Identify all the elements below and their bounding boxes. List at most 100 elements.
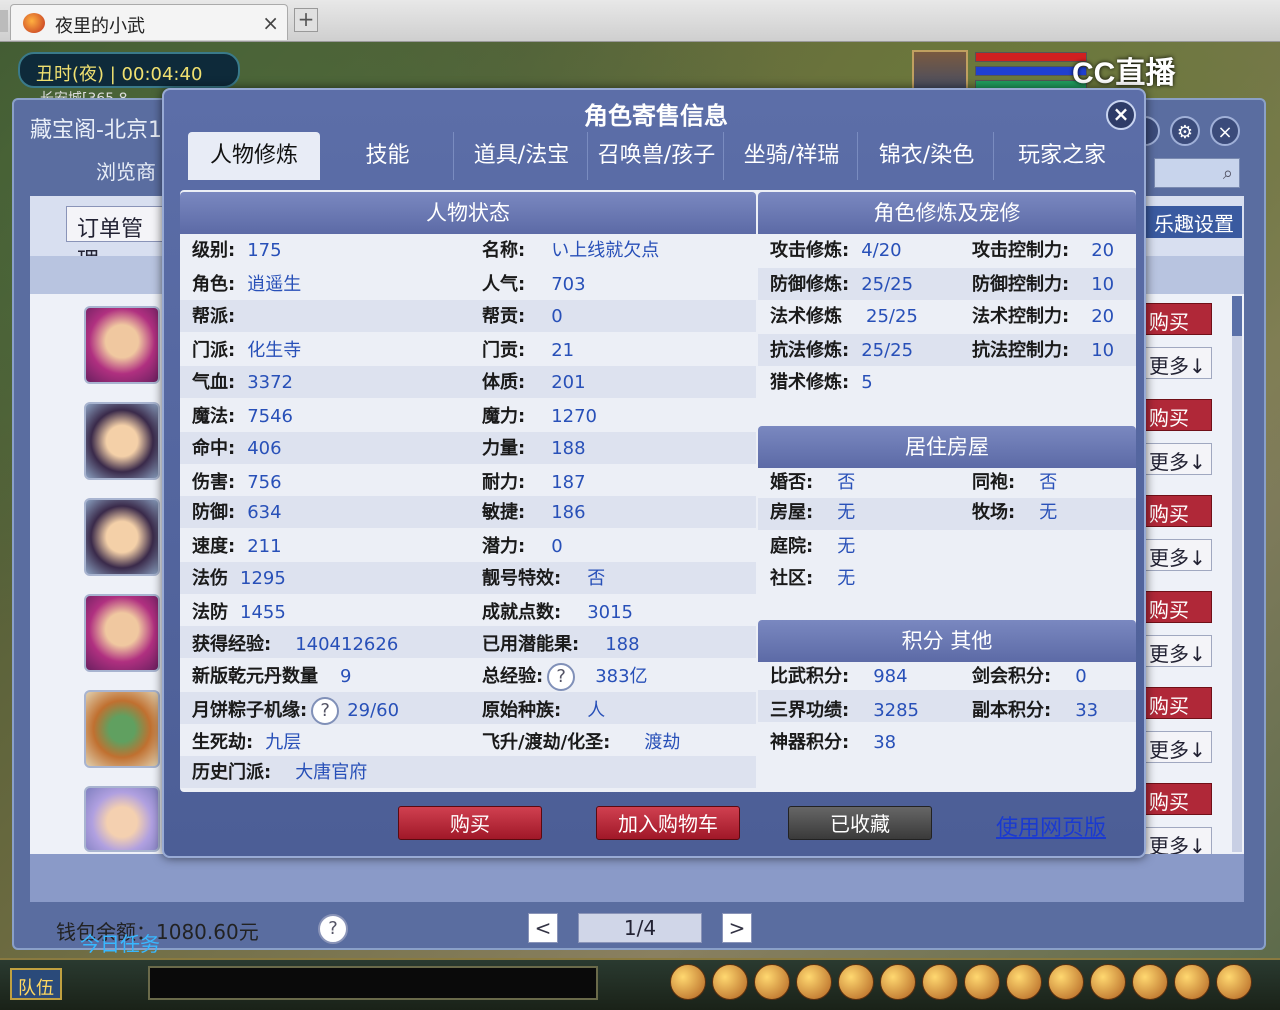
browse-tab[interactable]: 浏览商 (96, 156, 156, 185)
bell-icon[interactable] (1006, 964, 1042, 1000)
role-avatar[interactable] (84, 690, 160, 768)
hp-bar (975, 52, 1087, 62)
role-avatar[interactable] (84, 498, 160, 576)
house-ranch: 牧场: 无 (972, 502, 1058, 523)
house-courtyard: 庭院: 无 (770, 536, 856, 557)
stat-ascension: 飞升/渡劫/化圣: 渡劫 (482, 732, 681, 753)
prev-page-button[interactable]: < (528, 913, 558, 943)
stat-level: 级别: 175 (192, 240, 282, 261)
stat-history-school: 历史门派: 大唐官府 (192, 762, 368, 783)
window-controls: i⚙× (1130, 116, 1250, 146)
gear-icon[interactable]: ⚙ (1170, 116, 1200, 146)
sword-icon[interactable] (670, 964, 706, 1000)
scroll-thumb[interactable] (1232, 296, 1242, 336)
row-buy-button[interactable]: 购买 (1144, 399, 1212, 431)
tab-player-home[interactable]: 玩家之家 (996, 132, 1128, 180)
stat-agility: 敏捷: 186 (482, 502, 586, 523)
search-icon[interactable]: ⌕ (1223, 163, 1233, 184)
flag-icon[interactable] (964, 964, 1000, 1000)
cult-resist: 抗法修炼: 25/25 (770, 340, 914, 361)
role-avatar[interactable] (84, 594, 160, 672)
browser-tabbar: 夜里的小武 × + (0, 0, 1280, 42)
row-more-button[interactable]: 更多↓ (1144, 443, 1212, 475)
section-cultivation-header: 角色修炼及宠修 (758, 192, 1136, 234)
row-more-button[interactable]: 更多↓ (1144, 731, 1212, 763)
stat-guild-contribution: 帮贡: 0 (482, 306, 563, 327)
chat-input[interactable] (148, 966, 598, 1000)
tab-pets[interactable]: 召唤兽/孩子 (590, 132, 724, 180)
chest-icon[interactable] (712, 964, 748, 1000)
row-buy-button[interactable]: 购买 (1144, 783, 1212, 815)
stat-school-contribution: 门贡: 21 (482, 340, 575, 361)
stat-achievement: 成就点数: 3015 (482, 602, 634, 623)
role-avatar[interactable] (84, 402, 160, 480)
browser-tab[interactable]: 夜里的小武 × (10, 4, 288, 40)
next-page-button[interactable]: > (722, 913, 752, 943)
buy-button[interactable]: 购买 (398, 806, 542, 840)
house-married: 婚否: 否 (770, 472, 856, 493)
tab-skills[interactable]: 技能 (322, 132, 454, 180)
list-footer (30, 854, 1244, 902)
row-buy-button[interactable]: 购买 (1144, 495, 1212, 527)
dialog-tabs: 人物修炼 技能 道具/法宝 召唤兽/孩子 坐骑/祥瑞 锦衣/染色 玩家之家 (188, 132, 1128, 180)
gift-icon[interactable] (1132, 964, 1168, 1000)
role-avatar[interactable] (84, 306, 160, 384)
section-points-header: 积分 其他 (758, 620, 1136, 662)
cult-hunting: 猎术修炼: 5 (770, 372, 873, 393)
stat-qianyuan: 新版乾元丹数量 9 (192, 666, 352, 687)
points-pvp: 比武积分: 984 (770, 666, 908, 687)
help-icon[interactable]: ? (547, 663, 576, 691)
role-avatar[interactable] (84, 786, 160, 852)
house-house: 房屋: 无 (770, 502, 856, 523)
settings-icon[interactable] (1216, 964, 1252, 1000)
cult-attack: 攻击修炼: 4/20 (770, 240, 902, 261)
close-icon[interactable]: × (1106, 100, 1136, 130)
tab-items[interactable]: 道具/法宝 (456, 132, 588, 180)
fun-settings-button[interactable]: 乐趣设置 (1146, 206, 1242, 238)
ctrl-defense: 防御控制力: 10 (972, 274, 1115, 295)
row-more-button[interactable]: 更多↓ (1144, 539, 1212, 571)
points-dungeon: 副本积分: 33 (972, 700, 1099, 721)
stat-exp-gained: 获得经验: 140412626 (192, 634, 399, 655)
row-buy-button[interactable]: 购买 (1144, 591, 1212, 623)
row-more-button[interactable]: 更多↓ (1144, 635, 1212, 667)
section-house-header: 居住房屋 (758, 426, 1136, 468)
smile-icon[interactable] (1174, 964, 1210, 1000)
favorited-button[interactable]: 已收藏 (788, 806, 932, 840)
row-more-button[interactable]: 更多↓ (1144, 347, 1212, 379)
peach-icon[interactable] (1090, 964, 1126, 1000)
game-icon (23, 13, 45, 33)
map-icon[interactable] (1048, 964, 1084, 1000)
stat-used-fruit: 已用潜能果: 188 (482, 634, 640, 655)
tab-character[interactable]: 人物修炼 (188, 132, 320, 180)
stat-potential: 潜力: 0 (482, 536, 563, 557)
add-cart-button[interactable]: 加入购物车 (596, 806, 740, 840)
order-management-button[interactable]: 订单管理 (66, 206, 166, 274)
tab-outfits[interactable]: 锦衣/染色 (860, 132, 994, 180)
team-button[interactable]: 队伍 (10, 968, 62, 1000)
scroll-icon[interactable] (922, 964, 958, 1000)
new-tab-button[interactable]: + (294, 8, 318, 32)
skill-icon[interactable] (880, 964, 916, 1000)
tab-mounts[interactable]: 坐骑/祥瑞 (726, 132, 858, 180)
row-buy-button[interactable]: 购买 (1144, 303, 1212, 335)
help-icon[interactable]: ? (311, 697, 340, 725)
stat-name: 名称: い上线就欠点 (482, 240, 660, 261)
ctrl-resist: 抗法控制力: 10 (972, 340, 1115, 361)
tab-title: 夜里的小武 (55, 16, 145, 37)
cult-defense: 防御修炼: 25/25 (770, 274, 914, 295)
gourd-icon[interactable] (754, 964, 790, 1000)
tab-scroll-left[interactable] (0, 10, 8, 32)
coin-icon[interactable] (796, 964, 832, 1000)
stat-special-id: 靓号特效: 否 (482, 568, 606, 589)
daily-task-link[interactable]: 今日任务 (80, 928, 160, 957)
close-icon[interactable]: × (1210, 116, 1240, 146)
bag-icon[interactable] (838, 964, 874, 1000)
search-input[interactable]: ⌕ (1154, 158, 1240, 188)
row-buy-button[interactable]: 购买 (1144, 687, 1212, 719)
house-community: 社区: 无 (770, 568, 856, 589)
tab-close-icon[interactable]: × (262, 11, 279, 35)
help-icon[interactable]: ? (318, 914, 348, 944)
web-version-link[interactable]: 使用网页版 (996, 810, 1106, 842)
list-scrollbar[interactable] (1232, 296, 1242, 852)
